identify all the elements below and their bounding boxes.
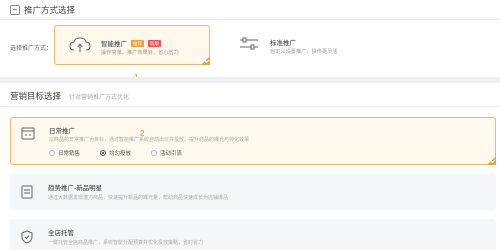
goal-option-full-store[interactable]: 全店托管 一键托管全店商品推广，系统智能分配预算并优化投放策略，省时省力 — [10, 219, 496, 250]
mode-field-label: 选择推广方式： — [10, 46, 53, 52]
goal-section-subtitle: 针对营销推广方式优化 — [69, 94, 130, 101]
section-icon — [10, 5, 20, 15]
mode-option-smart-desc: 操作简单，推广效果好，省心省力 — [101, 50, 179, 56]
goal-option-daily-title: 日常推广 — [49, 128, 75, 135]
goal-option-daily-desc: 以商品的日常推广为目标，通过智能推广系统自动出价并投放，提升商品的曝光与转化效果 — [49, 137, 250, 143]
mode-option-standard[interactable]: 标准推广 自定义设置推广，操作更灵活 — [224, 25, 374, 65]
goal-option-trend[interactable]: 趋势推广-新品明星 通过大数据发现潜力商品，快速提升新品的曝光量，帮助商品快速成… — [10, 174, 496, 210]
selected-check-icon — [201, 56, 210, 65]
goal-option-trend-desc: 通过大数据发现潜力商品，快速提升新品的曝光量，帮助商品快速成长为店铺爆品 — [48, 195, 229, 201]
recommend-badge: 推荐 — [131, 39, 144, 47]
sliders-icon — [240, 37, 258, 50]
mode-section-header: 推广方式选择 — [0, 2, 75, 18]
annotation-marker-2: 2 — [140, 129, 145, 138]
document-icon — [21, 185, 33, 199]
goal-option-trend-title: 趋势推广-新品明星 — [48, 185, 103, 192]
mode-option-standard-title: 标准推广 — [270, 40, 296, 47]
daily-radio-group: 日常销售 均匀投放 活动引流 — [49, 149, 182, 157]
mode-section-title: 推广方式选择 — [24, 5, 76, 15]
radio-label: 日常销售 — [58, 151, 81, 157]
goal-section-header: 营销目标选择 针对营销推广方式优化 — [0, 88, 129, 104]
radio-daily-sales[interactable]: 日常销售 — [49, 149, 80, 157]
goal-option-full-store-title: 全店托管 — [48, 230, 74, 237]
mode-option-smart-title: 智能推广 — [101, 41, 127, 48]
divider — [0, 106, 500, 107]
radio-circle — [151, 150, 158, 156]
radio-label: 活动引流 — [160, 151, 183, 157]
calendar-icon — [21, 127, 35, 140]
divider — [0, 19, 500, 20]
radio-label: 均匀投放 — [109, 151, 132, 157]
mode-option-smart[interactable]: 智能推广 推荐 新版 操作简单，推广效果好，省心省力 — [54, 25, 210, 65]
radio-even-delivery[interactable]: 均匀投放 — [100, 149, 131, 157]
goal-option-daily[interactable]: 日常推广 以商品的日常推广为目标，通过智能推广系统自动出价并投放，提升商品的曝光… — [10, 117, 496, 165]
radio-circle — [49, 150, 55, 156]
selected-check-icon — [487, 156, 496, 165]
shield-icon — [21, 230, 33, 244]
goal-section-title: 营销目标选择 — [10, 91, 62, 101]
radio-event-traffic[interactable]: 活动引流 — [151, 149, 182, 157]
new-badge: 新版 — [148, 39, 161, 47]
goal-option-full-store-desc: 一键托管全店商品推广，系统智能分配预算并优化投放策略，省时省力 — [48, 240, 204, 246]
cloud-rocket-icon — [69, 37, 91, 52]
mode-option-standard-desc: 自定义设置推广，操作更灵活 — [270, 49, 338, 55]
section-separator — [0, 77, 500, 83]
radio-circle-checked — [100, 150, 107, 156]
